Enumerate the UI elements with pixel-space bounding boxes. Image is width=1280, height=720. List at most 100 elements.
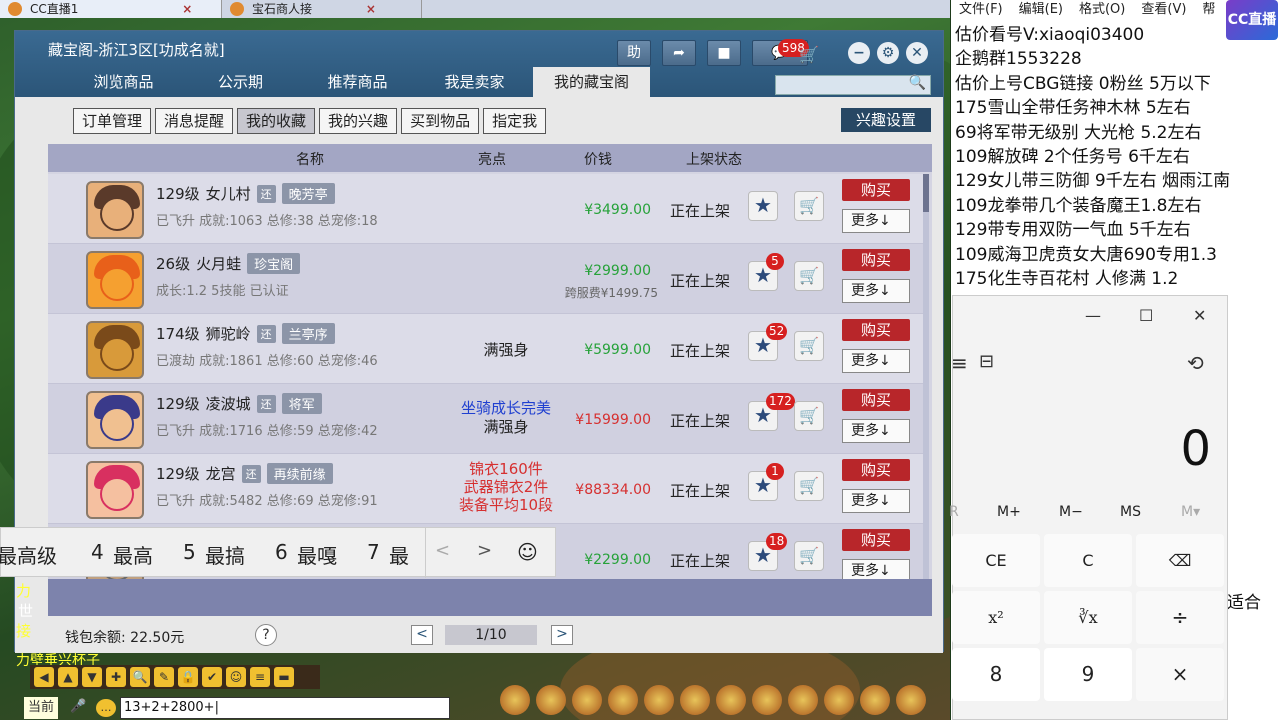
skill-icon[interactable] — [572, 685, 602, 715]
next-page-button[interactable]: > — [551, 625, 573, 645]
subtab-assigned[interactable]: 指定我 — [483, 108, 547, 134]
item-title[interactable]: 129级 龙宫 还 再续前缘 — [156, 463, 333, 484]
buy-button[interactable]: 购买 — [842, 319, 910, 341]
chat-channel-button[interactable]: 当前 — [24, 697, 59, 719]
skill-icon[interactable] — [716, 685, 746, 715]
skill-icon[interactable] — [824, 685, 854, 715]
cart-icon[interactable]: 🛒 — [799, 45, 819, 64]
menu-icon[interactable]: ≡ — [951, 351, 968, 375]
close-icon[interactable]: ✕ — [1193, 306, 1206, 325]
divide-button[interactable]: ÷ — [1136, 591, 1224, 644]
menu-view[interactable]: 查看(V) — [1141, 0, 1186, 20]
search-icon[interactable]: 🔍 — [909, 75, 926, 91]
skill-icon[interactable] — [860, 685, 890, 715]
subtab-interests[interactable]: 我的兴趣 — [319, 108, 398, 134]
more-dropdown[interactable]: 更多↓ — [842, 489, 910, 513]
digit-8-button[interactable]: 8 — [952, 648, 1040, 701]
table-scrollbar[interactable] — [923, 174, 929, 579]
memory-add-button[interactable]: M+ — [997, 504, 1021, 520]
chevron-right-icon[interactable]: > — [477, 540, 492, 561]
more-dropdown[interactable]: 更多↓ — [842, 279, 910, 303]
table-row[interactable]: 26级 火月蛙 珍宝阁 成长:1.2 5技能 已认证 ¥2999.00 跨服费¥… — [48, 244, 928, 314]
cart-icon[interactable]: 🛒 — [794, 471, 824, 501]
chat-bubble-icon[interactable]: … — [96, 699, 116, 717]
browser-tab-cc[interactable]: CC直播1 × — [0, 0, 222, 18]
ime-candidate[interactable]: 最搞 — [205, 540, 245, 569]
up-arrow-icon[interactable]: ▲ — [58, 667, 78, 687]
buy-button[interactable]: 购买 — [842, 179, 910, 201]
notepad-text[interactable]: 估价看号V:xiaoqi03400 企鹅群1553228 估价上号CBG链接 0… — [955, 23, 1230, 291]
tab-seller[interactable]: 我是卖家 — [416, 67, 533, 97]
buy-button[interactable]: 购买 — [842, 529, 910, 551]
more-dropdown[interactable]: 更多↓ — [842, 209, 910, 233]
favorite-star-icon[interactable]: ★ — [748, 191, 778, 221]
cart-icon[interactable]: 🛒 — [794, 401, 824, 431]
memory-list-button[interactable]: M▾ — [1181, 504, 1200, 520]
close-icon[interactable]: × — [182, 2, 192, 16]
avatar[interactable] — [86, 391, 144, 449]
lock-icon[interactable]: 🔒 — [178, 667, 198, 687]
ime-candidate[interactable]: 最高 — [113, 540, 153, 569]
interest-settings-button[interactable]: 兴趣设置 — [841, 108, 931, 132]
cube-root-button[interactable]: ∛x — [1044, 591, 1132, 644]
check-icon[interactable]: ✔ — [202, 667, 222, 687]
edit-icon[interactable]: ✎ — [154, 667, 174, 687]
skill-icon[interactable] — [644, 685, 674, 715]
more-dropdown[interactable]: 更多↓ — [842, 419, 910, 443]
item-title[interactable]: 174级 狮驼岭 还 兰亭序 — [156, 323, 335, 344]
minimize-icon[interactable]: — — [1085, 306, 1101, 325]
skill-icon[interactable] — [536, 685, 566, 715]
menu-help[interactable]: 帮 — [1202, 0, 1215, 20]
search-input[interactable]: 🔍 — [775, 75, 931, 95]
buy-button[interactable]: 购买 — [842, 389, 910, 411]
smiley-icon[interactable]: ☺ — [226, 667, 246, 687]
table-row[interactable]: 129级 龙宫 还 再续前缘 已飞升 成就:5482 总修:69 总宠修:91 … — [48, 454, 928, 524]
chevron-left-icon[interactable]: < — [435, 540, 450, 561]
scroll-thumb[interactable] — [923, 174, 929, 212]
history-icon[interactable]: ⟲ — [1187, 351, 1204, 375]
bar-icon[interactable]: ▬ — [274, 667, 294, 687]
close-icon[interactable]: × — [366, 2, 376, 16]
share-icon[interactable]: ➦ — [662, 40, 696, 66]
skill-icon[interactable] — [788, 685, 818, 715]
browser-tab-gem[interactable]: 宝石商人接 × — [222, 0, 422, 18]
subtab-purchased[interactable]: 买到物品 — [401, 108, 480, 134]
cart-icon[interactable]: 🛒 — [794, 331, 824, 361]
subtab-favorites[interactable]: 我的收藏 — [237, 108, 316, 134]
more-dropdown[interactable]: 更多↓ — [842, 349, 910, 373]
skill-icon[interactable] — [896, 685, 926, 715]
emoji-icon[interactable]: ☺ — [517, 540, 538, 564]
help-icon[interactable]: ? — [255, 624, 277, 646]
ime-candidate[interactable]: 最高级 — [0, 540, 57, 569]
avatar[interactable] — [86, 181, 144, 239]
item-title[interactable]: 129级 凌波城 还 将军 — [156, 393, 322, 414]
prev-page-button[interactable]: < — [411, 625, 433, 645]
backspace-icon[interactable]: ⌫ — [1136, 534, 1224, 587]
skill-icon[interactable] — [500, 685, 530, 715]
settings-icon[interactable]: ⚙ — [877, 42, 899, 64]
skill-icon[interactable] — [608, 685, 638, 715]
clear-button[interactable]: C — [1044, 534, 1132, 587]
microphone-icon[interactable]: 🎤 — [70, 699, 86, 714]
avatar[interactable] — [86, 251, 144, 309]
avatar[interactable] — [86, 321, 144, 379]
item-title[interactable]: 26级 火月蛙 珍宝阁 — [156, 253, 301, 274]
menu-file[interactable]: 文件(F) — [959, 0, 1003, 20]
square-button[interactable]: x² — [952, 591, 1040, 644]
list-icon[interactable]: ≡ — [250, 667, 270, 687]
stop-icon[interactable]: ■ — [707, 40, 741, 66]
help-button[interactable]: 助 — [617, 40, 651, 66]
clear-entry-button[interactable]: CE — [952, 534, 1040, 587]
down-arrow-icon[interactable]: ▼ — [82, 667, 102, 687]
maximize-icon[interactable]: ☐ — [1139, 306, 1153, 325]
chat-input[interactable]: 13+2+2800+| — [120, 697, 450, 719]
tab-publicity[interactable]: 公示期 — [182, 67, 299, 97]
search-icon[interactable]: 🔍 — [130, 667, 150, 687]
menu-edit[interactable]: 编辑(E) — [1019, 0, 1063, 20]
multiply-button[interactable]: × — [1136, 648, 1224, 701]
avatar[interactable] — [86, 461, 144, 519]
tab-recommended[interactable]: 推荐商品 — [299, 67, 416, 97]
buy-button[interactable]: 购买 — [842, 459, 910, 481]
ime-candidate[interactable]: 最 — [389, 540, 409, 569]
keep-on-top-icon[interactable]: ⊟ — [979, 351, 994, 372]
